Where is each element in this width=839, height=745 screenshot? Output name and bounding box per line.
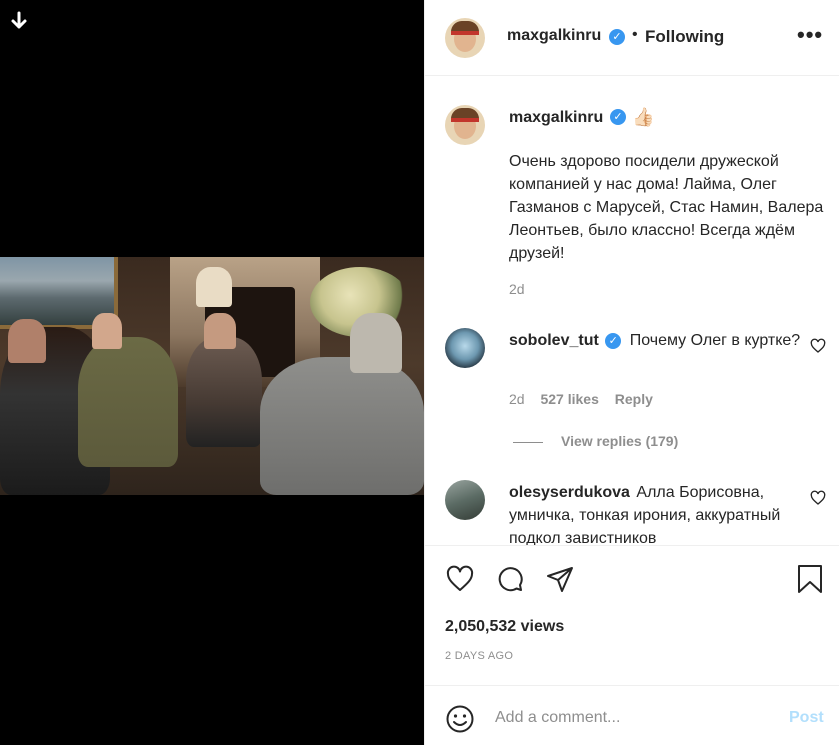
- share-icon[interactable]: [545, 564, 575, 594]
- post-actions: 2,050,532 views 2 DAYS AGO: [425, 545, 839, 685]
- comment-item: olesyserdukova Алла Борисовна, умничка, …: [509, 481, 809, 545]
- heart-icon[interactable]: [445, 564, 475, 594]
- view-replies-label: View replies (179): [561, 433, 679, 449]
- comment-avatar[interactable]: [445, 328, 485, 368]
- verified-badge-icon: ✓: [605, 332, 622, 349]
- comment-icon[interactable]: [495, 564, 525, 594]
- caption-username[interactable]: maxgalkinru: [509, 109, 603, 127]
- media-pane: [0, 0, 424, 745]
- post-side-panel: maxgalkinru ✓ • Following ••• maxgalkinr…: [424, 0, 839, 745]
- replies-line: [513, 441, 543, 443]
- verified-badge-icon: ✓: [610, 109, 626, 125]
- more-horizontal-icon[interactable]: •••: [797, 22, 823, 48]
- post-header: maxgalkinru ✓ • Following •••: [425, 0, 839, 76]
- author-avatar[interactable]: [445, 18, 485, 58]
- download-arrow-icon[interactable]: [8, 10, 30, 32]
- author-username[interactable]: maxgalkinru: [507, 27, 601, 45]
- comment-meta: 2d 527 likes Reply: [509, 391, 665, 407]
- bookmark-icon[interactable]: [795, 564, 825, 594]
- comment-composer: Post: [425, 685, 839, 745]
- comment-avatar[interactable]: [445, 480, 485, 520]
- post-date[interactable]: 2 DAYS AGO: [445, 650, 513, 662]
- comment-text: Почему Олег в куртке?: [629, 332, 801, 349]
- caption-timestamp[interactable]: 2d: [509, 281, 525, 297]
- post-button[interactable]: Post: [789, 709, 824, 727]
- caption-text: Очень здорово посидели дружеской компани…: [509, 153, 824, 262]
- comment-like-heart-icon[interactable]: [810, 490, 826, 506]
- comments-list[interactable]: maxgalkinru ✓ 👍🏻 Очень здорово посидели …: [425, 77, 839, 545]
- caption-avatar[interactable]: [445, 105, 485, 145]
- header-separator: •: [632, 26, 638, 43]
- following-button[interactable]: Following: [645, 27, 724, 47]
- verified-badge-icon: ✓: [609, 29, 625, 45]
- comment-likes[interactable]: 527 likes: [540, 391, 598, 407]
- comment-input[interactable]: [495, 702, 775, 734]
- comment-username[interactable]: sobolev_tut: [509, 332, 599, 349]
- thumbs-up-emoji: 👍🏻: [632, 107, 655, 127]
- comment-username[interactable]: olesyserdukova: [509, 484, 630, 501]
- comment-like-heart-icon[interactable]: [810, 338, 826, 354]
- view-replies-button[interactable]: View replies (179): [513, 433, 678, 449]
- comment-timestamp[interactable]: 2d: [509, 391, 525, 407]
- comment-item: sobolev_tut ✓ Почему Олег в куртке?: [509, 329, 809, 352]
- emoji-icon[interactable]: [445, 704, 475, 734]
- view-count[interactable]: 2,050,532 views: [445, 618, 564, 636]
- post-photo[interactable]: [0, 257, 424, 495]
- reply-button[interactable]: Reply: [615, 391, 653, 407]
